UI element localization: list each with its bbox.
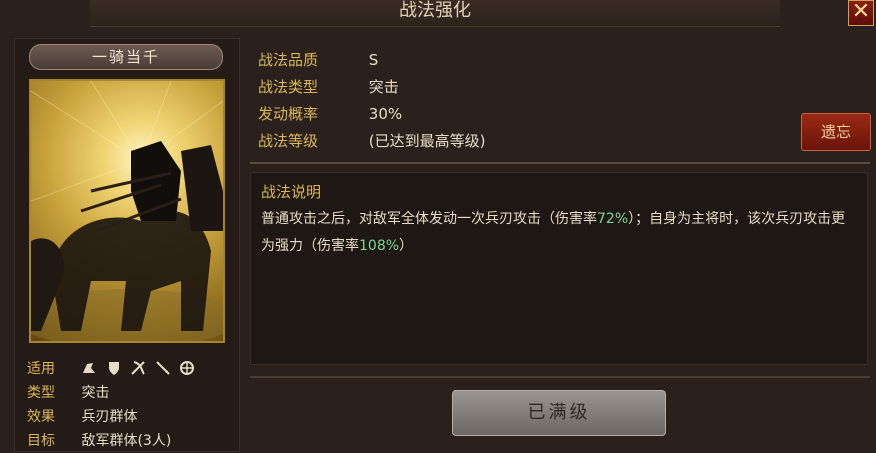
skill-card-panel: 一骑当千 适用 类型 突击 效果 兵刃群体 目标 敌军群体(3人)	[14, 38, 240, 452]
attr-value: 兵刃群体	[81, 409, 138, 425]
divider	[250, 162, 870, 164]
description-title: 战法说明	[261, 183, 322, 201]
attr-row-effect: 效果 兵刃群体	[27, 405, 199, 429]
info-label: 战法类型	[258, 78, 319, 96]
description-text: 普通攻击之后，对敌军全体发动一次兵刃攻击（伤害率72%）；自身为主将时，该次兵刃…	[261, 206, 857, 260]
close-button[interactable]: ✕	[848, 0, 874, 26]
attr-row-type: 类型 突击	[27, 381, 199, 405]
info-value: S	[368, 51, 379, 69]
attr-label: 目标	[27, 433, 55, 449]
damage-rate-value: 72%	[597, 211, 629, 227]
skill-artwork	[29, 79, 225, 343]
info-level: 战法等级 (已达到最高等级)	[258, 129, 486, 156]
info-label: 战法品质	[258, 51, 319, 69]
info-label: 发动概率	[258, 105, 319, 123]
desc-segment: ）	[399, 238, 414, 254]
info-rate: 发动概率 30%	[258, 102, 486, 129]
info-quality: 战法品质 S	[258, 48, 486, 75]
forget-button[interactable]: 遗忘	[801, 113, 871, 151]
window-title: 战法强化	[90, 0, 780, 27]
skill-description: 战法说明 普通攻击之后，对敌军全体发动一次兵刃攻击（伤害率72%）；自身为主将时…	[250, 172, 868, 365]
attr-value: 敌军群体(3人)	[81, 433, 172, 449]
shield-icon	[106, 360, 122, 376]
cavalry-icon	[81, 360, 97, 376]
attr-label: 效果	[27, 409, 55, 425]
info-label: 战法等级	[258, 132, 319, 150]
info-type: 战法类型 突击	[258, 75, 486, 102]
archer-icon	[130, 360, 146, 376]
info-value: 突击	[368, 78, 399, 96]
close-icon: ✕	[851, 0, 871, 24]
max-level-button[interactable]: 已满级	[452, 390, 666, 436]
skill-attributes: 适用 类型 突击 效果 兵刃群体 目标 敌军群体(3人)	[27, 357, 199, 453]
chariot-icon	[179, 360, 195, 376]
cavalry-charge-illustration	[31, 81, 223, 341]
attr-row-applicable: 适用	[27, 357, 199, 381]
skill-info: 战法品质 S 战法类型 突击 发动概率 30% 战法等级 (已达到最高等级)	[258, 48, 486, 156]
info-value: (已达到最高等级)	[368, 132, 486, 150]
spear-icon	[155, 360, 171, 376]
desc-segment: 普通攻击之后，对敌军全体发动一次兵刃攻击（伤害率	[261, 211, 597, 227]
attr-label: 适用	[27, 361, 55, 377]
divider	[250, 376, 870, 378]
attr-row-target: 目标 敌军群体(3人)	[27, 429, 199, 453]
skill-name: 一骑当千	[29, 44, 223, 70]
attr-value: 突击	[81, 385, 110, 401]
attr-label: 类型	[27, 385, 55, 401]
commander-damage-rate-value: 108%	[359, 238, 400, 254]
info-value: 30%	[368, 105, 403, 123]
